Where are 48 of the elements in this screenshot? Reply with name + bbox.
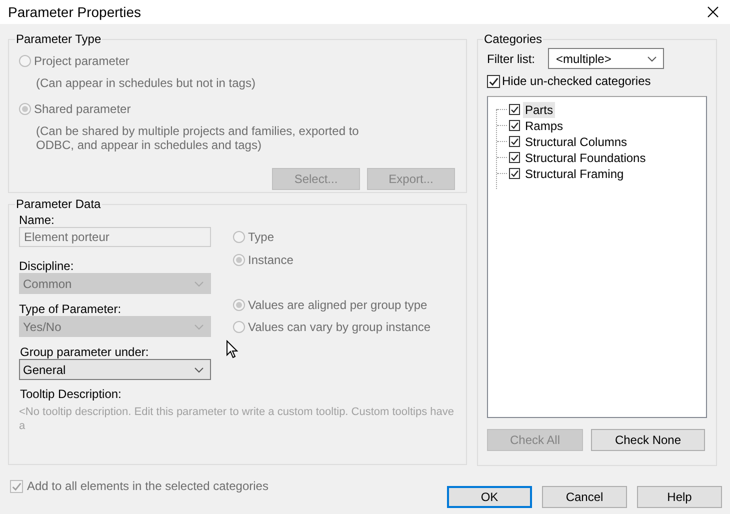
option-description: (Can be shared by multiple projects and families, exported to ODBC, and appear in schedules and tags) [35, 124, 360, 152]
radio-label: Shared parameter [34, 102, 131, 116]
tree-item[interactable]: Ramps [523, 118, 566, 134]
field-label: Discipline: [19, 259, 74, 273]
tree-connector [497, 141, 507, 142]
tree-connector [497, 125, 507, 126]
checkbox[interactable] [509, 152, 520, 163]
mouse-pointer-icon [226, 340, 238, 359]
caret-icon [194, 324, 204, 330]
caret-icon [194, 366, 204, 372]
radio-label: Values are aligned per group type [248, 298, 428, 312]
tree-item[interactable]: Parts [523, 102, 556, 118]
window-title: Parameter Properties [8, 4, 142, 20]
dropdown[interactable]: General [19, 359, 211, 380]
button[interactable]: OK [447, 486, 532, 508]
field-label: Name: [19, 213, 54, 227]
radio-label: Type [248, 230, 274, 244]
checkbox[interactable] [487, 74, 500, 88]
tree-connector [497, 173, 507, 174]
checkbox[interactable] [509, 104, 520, 115]
caret-icon [647, 56, 657, 62]
option-description: (Can appear in schedules but not in tags) [35, 76, 256, 90]
field-label: Group parameter under: [20, 345, 149, 359]
tree-item[interactable]: Structural Foundations [523, 150, 648, 166]
group-title: Parameter Data [15, 197, 102, 211]
tree-connector [497, 157, 507, 158]
checkbox[interactable] [509, 136, 520, 147]
dropdown[interactable]: <multiple> [548, 48, 664, 69]
checkbox-label: Hide un-checked categories [502, 74, 651, 88]
close-icon[interactable] [707, 6, 719, 18]
tree-item[interactable]: Structural Framing [523, 166, 626, 182]
field-label: Filter list: [487, 52, 535, 66]
checkbox[interactable] [509, 168, 520, 179]
tooltip-description: <No tooltip description. Edit this parameter to write a custom tooltip. Custom tooltips have a [19, 405, 456, 433]
checkbox[interactable] [509, 120, 520, 131]
group-title: Parameter Type [15, 32, 102, 46]
checkbox-label: Add to all elements in the selected categories [27, 479, 268, 493]
field-label: Tooltip Description: [19, 387, 122, 401]
caret-icon [194, 280, 204, 286]
radio-label: Values can vary by group instance [248, 320, 431, 334]
button[interactable]: Check None [591, 429, 705, 451]
button[interactable]: Cancel [542, 486, 627, 508]
field-label: Type of Parameter: [19, 302, 122, 316]
button[interactable]: Help [637, 486, 722, 508]
radio-label: Instance [248, 253, 294, 267]
tree-item[interactable]: Structural Columns [523, 134, 630, 150]
group-title: Categories [483, 32, 544, 46]
radio-label: Project parameter [34, 54, 130, 68]
